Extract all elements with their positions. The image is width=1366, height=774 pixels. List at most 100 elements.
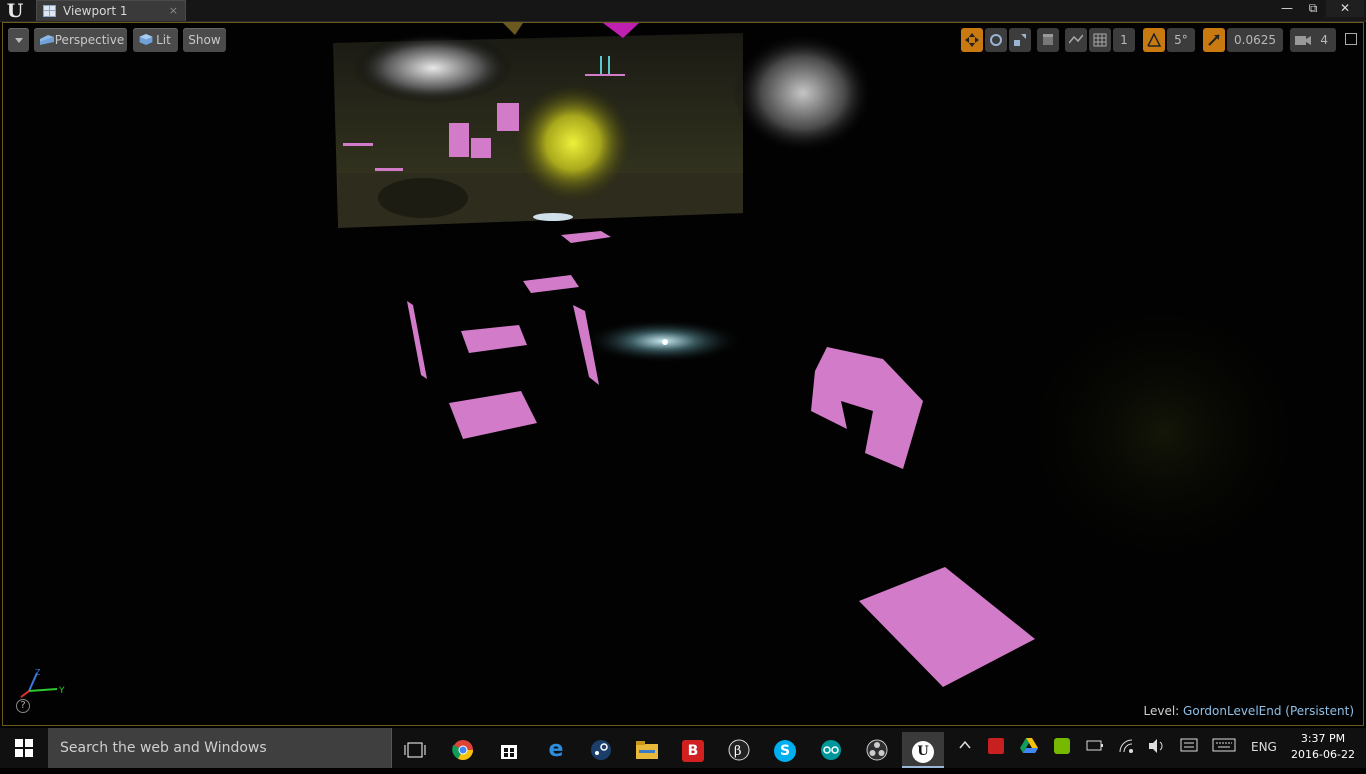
marker-base bbox=[585, 74, 625, 76]
rotate-icon bbox=[990, 34, 1002, 46]
scene-render bbox=[333, 23, 1323, 687]
scale-snap-button[interactable] bbox=[1203, 28, 1225, 52]
axis-gizmo: Z Y bbox=[20, 669, 65, 698]
arduino-icon[interactable] bbox=[810, 732, 852, 768]
pink-plane-2 bbox=[523, 275, 579, 293]
chrome-icon[interactable] bbox=[442, 732, 484, 768]
floor-light bbox=[533, 213, 573, 221]
camera-speed-value: 4 bbox=[1320, 33, 1328, 47]
windows-taskbar: Search the web and Windows e B β S U ENG… bbox=[0, 728, 1366, 768]
marker-post-2 bbox=[608, 56, 610, 74]
language-indicator[interactable]: ENG bbox=[1251, 740, 1277, 754]
perspective-button[interactable]: Perspective bbox=[34, 28, 127, 52]
scale-snap-value[interactable]: 0.0625 bbox=[1227, 28, 1283, 52]
level-label: Level: bbox=[1143, 704, 1180, 718]
minimize-button[interactable]: — bbox=[1274, 0, 1300, 17]
pink-plane-far-4 bbox=[343, 143, 373, 146]
pink-plane-far-1 bbox=[497, 103, 519, 131]
ceiling-light-left bbox=[353, 33, 513, 103]
skype-icon[interactable]: S bbox=[764, 732, 806, 768]
pink-plane-far-2 bbox=[449, 123, 469, 157]
move-icon bbox=[965, 33, 979, 47]
world-cube-icon bbox=[1043, 34, 1053, 45]
pink-plane-3 bbox=[461, 325, 527, 353]
obs-icon[interactable] bbox=[856, 732, 898, 768]
svg-text:β: β bbox=[734, 744, 742, 759]
prop-top bbox=[503, 23, 523, 35]
pink-plane-far-5 bbox=[375, 168, 403, 171]
search-placeholder: Search the web and Windows bbox=[60, 740, 267, 756]
axis-z-label: Z bbox=[35, 669, 41, 677]
scale-mode-button[interactable] bbox=[1009, 28, 1031, 52]
foliage bbox=[378, 178, 468, 218]
tab-label: Viewport 1 bbox=[63, 4, 128, 18]
bandicam-icon[interactable]: B bbox=[672, 732, 714, 768]
maximize-button[interactable]: ⧉ bbox=[1300, 0, 1326, 17]
surface-snap-icon bbox=[1068, 34, 1084, 44]
show-hidden-icons-icon[interactable] bbox=[959, 739, 971, 754]
blender-icon[interactable]: β bbox=[718, 732, 760, 768]
store-icon[interactable] bbox=[488, 732, 530, 768]
translate-mode-button[interactable] bbox=[961, 28, 983, 52]
clock-date: 2016-06-22 bbox=[1291, 748, 1355, 761]
pink-plane-8 bbox=[859, 567, 1035, 687]
level-viewport[interactable]: Perspective Lit Show 1 5° 0.0625 4 Z Y ?… bbox=[2, 22, 1364, 726]
file-explorer-icon[interactable] bbox=[626, 732, 668, 768]
dim-volume-right bbox=[1003, 283, 1323, 583]
nvidia-icon[interactable] bbox=[1054, 738, 1070, 758]
tab-viewport[interactable]: Viewport 1 × bbox=[36, 0, 186, 21]
windows-logo-icon bbox=[15, 739, 33, 757]
rotate-mode-button[interactable] bbox=[985, 28, 1007, 52]
level-info: Level: GordonLevelEnd (Persistent) bbox=[1144, 704, 1355, 718]
angle-icon bbox=[1147, 32, 1162, 47]
camera-icon bbox=[1295, 36, 1311, 45]
perspective-icon bbox=[40, 35, 54, 45]
volume-icon[interactable] bbox=[1148, 738, 1166, 758]
tray-app-icon-1[interactable] bbox=[988, 738, 1004, 758]
surface-snapping-button[interactable] bbox=[1065, 28, 1087, 52]
pink-plane-far-3 bbox=[471, 138, 491, 158]
task-view-icon[interactable] bbox=[394, 732, 436, 768]
power-icon[interactable] bbox=[1086, 738, 1104, 756]
maximize-viewport-icon[interactable] bbox=[1345, 33, 1357, 45]
camera-speed-button[interactable]: 4 bbox=[1290, 28, 1336, 52]
chevron-down-icon bbox=[14, 38, 23, 43]
clock[interactable]: 3:37 PM 2016-06-22 bbox=[1290, 731, 1356, 763]
clock-time: 3:37 PM bbox=[1300, 732, 1346, 745]
viewport-tab-icon bbox=[43, 5, 56, 17]
rotation-snap-button[interactable] bbox=[1143, 28, 1165, 52]
network-icon[interactable] bbox=[1118, 738, 1136, 758]
viewport-options-button[interactable] bbox=[8, 28, 29, 52]
scale-arrow-icon bbox=[1208, 34, 1220, 46]
steam-icon[interactable] bbox=[580, 732, 622, 768]
grid-snap-button[interactable] bbox=[1089, 28, 1111, 52]
google-drive-icon[interactable] bbox=[1020, 738, 1038, 758]
pink-plane-6 bbox=[449, 391, 537, 439]
level-name: GordonLevelEnd (Persistent) bbox=[1183, 704, 1354, 718]
close-button[interactable]: ✕ bbox=[1326, 0, 1364, 17]
grid-snap-value[interactable]: 1 bbox=[1113, 28, 1135, 52]
unreal-engine-icon[interactable]: U bbox=[902, 732, 944, 768]
coordinate-system-button[interactable] bbox=[1037, 28, 1059, 52]
marker-post-1 bbox=[600, 56, 602, 74]
pink-plane-1 bbox=[561, 231, 611, 243]
pink-plane-7 bbox=[811, 347, 923, 469]
pink-plane-4 bbox=[407, 301, 427, 379]
ceiling-light-right bbox=[733, 33, 873, 153]
scale-icon bbox=[1014, 34, 1026, 46]
action-center-icon[interactable] bbox=[1180, 738, 1198, 758]
rotation-snap-value[interactable]: 5° bbox=[1167, 28, 1195, 52]
yellow-sphere bbox=[513, 83, 633, 203]
search-input[interactable]: Search the web and Windows bbox=[48, 728, 392, 768]
start-button[interactable] bbox=[0, 728, 48, 768]
keyboard-icon[interactable] bbox=[1212, 738, 1236, 756]
lit-label: Lit bbox=[156, 33, 171, 47]
lit-button[interactable]: Lit bbox=[133, 28, 178, 52]
point-light-core bbox=[662, 339, 668, 345]
tab-close-icon[interactable]: × bbox=[169, 4, 178, 17]
show-button[interactable]: Show bbox=[183, 28, 226, 52]
help-icon[interactable]: ? bbox=[16, 699, 30, 713]
perspective-label: Perspective bbox=[54, 33, 125, 47]
edge-icon[interactable]: e bbox=[535, 732, 577, 768]
unreal-logo-icon[interactable]: U bbox=[2, 0, 28, 22]
